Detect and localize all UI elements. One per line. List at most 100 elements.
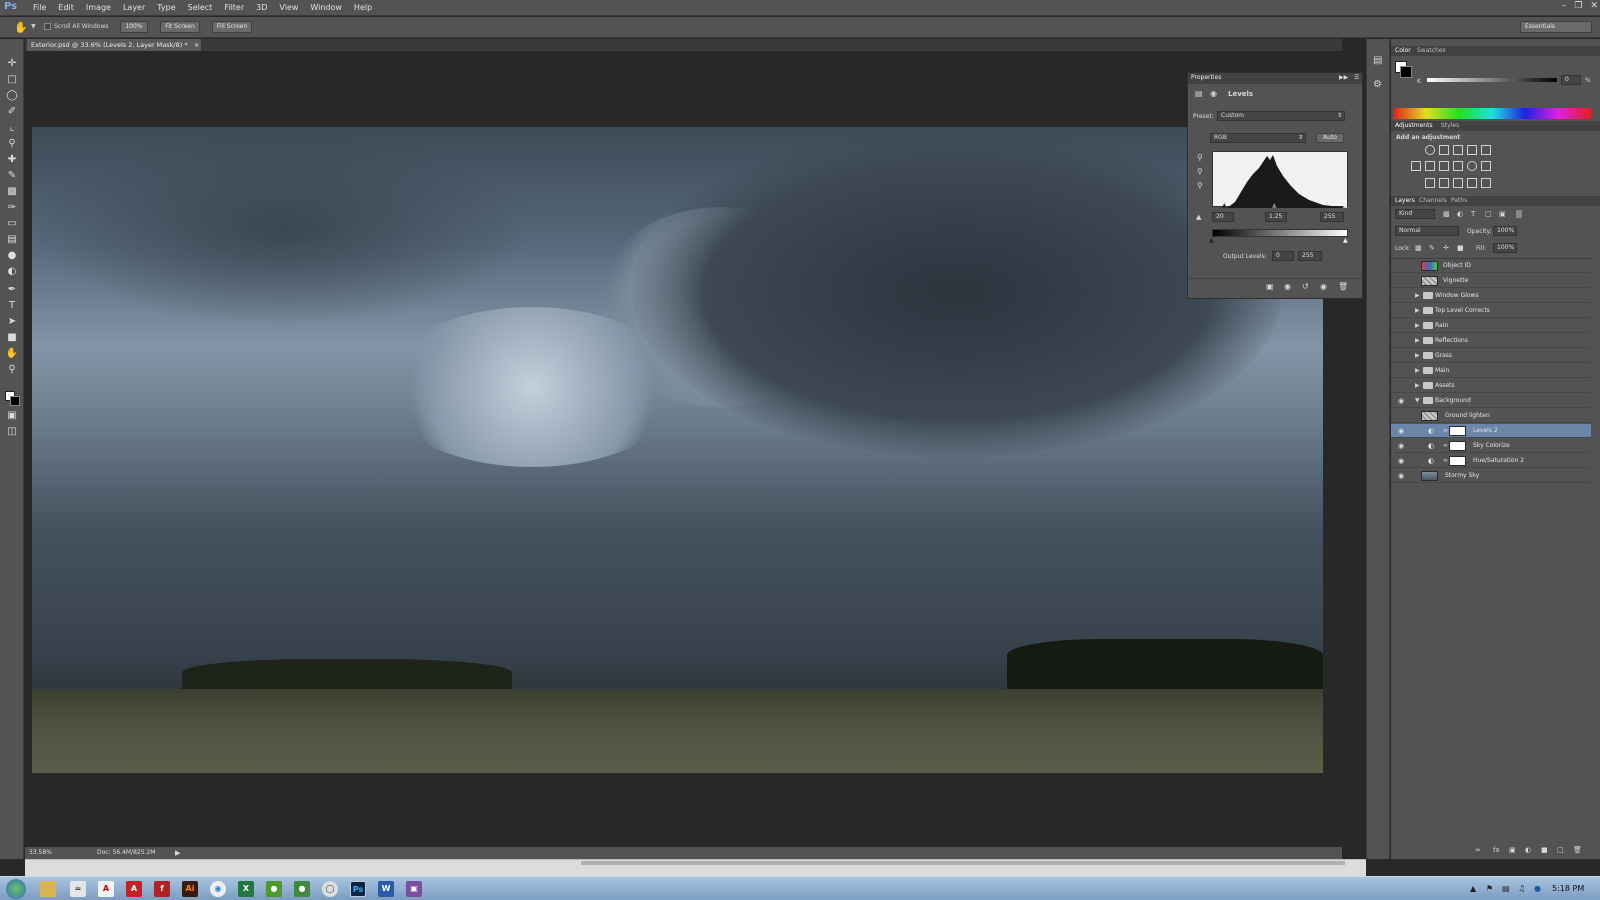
properties-tab[interactable]: Properties	[1191, 74, 1221, 81]
disclosure-closed-icon[interactable]: ▶	[1415, 382, 1420, 389]
input-white-field[interactable]: 255	[1320, 212, 1344, 222]
path-select-tool-icon[interactable]: ➤	[5, 315, 19, 329]
delete-icon[interactable]: 🗑	[1338, 282, 1348, 291]
menu-view[interactable]: View	[273, 3, 304, 12]
layer-row[interactable]: ▶ Grass	[1391, 349, 1591, 363]
new-layer-icon[interactable]: □	[1557, 846, 1564, 854]
hue-saturation-icon[interactable]	[1411, 161, 1421, 171]
tab-color[interactable]: Color	[1395, 47, 1411, 54]
eye-icon[interactable]: ◉	[1398, 442, 1404, 450]
word-icon[interactable]: W	[378, 881, 394, 897]
canvas-area[interactable]	[25, 51, 1342, 847]
tab-swatches[interactable]: Swatches	[1417, 47, 1446, 54]
crop-tool-icon[interactable]: ⌞	[5, 121, 19, 135]
curves-icon[interactable]	[1453, 145, 1463, 155]
tray-app-icon[interactable]: ●	[1534, 884, 1541, 893]
blend-mode-dropdown[interactable]: Normal	[1395, 226, 1459, 236]
white-point-eyedropper-icon[interactable]: ⚲	[1197, 181, 1203, 190]
filter-pixel-icon[interactable]: ▩	[1443, 210, 1450, 218]
app-circle-icon[interactable]: ◯	[322, 881, 338, 897]
layer-mask-thumbnail[interactable]	[1449, 441, 1466, 451]
layer-row[interactable]: Ground lighten	[1391, 409, 1591, 423]
tab-styles[interactable]: Styles	[1441, 122, 1459, 129]
marquee-tool-icon[interactable]: □	[5, 73, 19, 87]
filter-adjustment-icon[interactable]: ◐	[1457, 210, 1463, 218]
channel-dropdown[interactable]: RGB ⇕	[1210, 133, 1306, 143]
threshold-icon[interactable]	[1453, 178, 1463, 188]
menu-layer[interactable]: Layer	[117, 3, 151, 12]
invert-icon[interactable]	[1425, 178, 1435, 188]
new-adjustment-icon[interactable]: ◐	[1525, 846, 1531, 854]
photo-filter-icon[interactable]	[1453, 161, 1463, 171]
gradient-map-icon[interactable]	[1467, 178, 1477, 188]
status-zoom[interactable]: 33.58%	[29, 847, 52, 859]
document-tab[interactable]: Exterior.psd @ 33.6% (Levels 2, Layer Ma…	[27, 39, 201, 51]
layer-row[interactable]: ▶ Window Glows	[1391, 289, 1591, 303]
eraser-tool-icon[interactable]: ▭	[5, 217, 19, 231]
color-balance-icon[interactable]	[1425, 161, 1435, 171]
menu-window[interactable]: Window	[304, 3, 348, 12]
fill-field[interactable]: 100%	[1493, 243, 1517, 253]
menu-3d[interactable]: 3D	[250, 3, 273, 12]
history-brush-tool-icon[interactable]: ✑	[5, 201, 19, 215]
minimize-icon[interactable]: –	[1562, 1, 1567, 11]
horizontal-scrollbar[interactable]	[25, 859, 1366, 876]
opacity-field[interactable]: 100%	[1493, 226, 1517, 236]
layer-row[interactable]: ▶ Rain	[1391, 319, 1591, 333]
clip-to-layer-icon[interactable]: ▣	[1266, 282, 1274, 291]
hand-tool-icon[interactable]: ✋	[5, 347, 19, 361]
collapse-panel-icon[interactable]: ▶▶	[1339, 74, 1348, 81]
auto-button[interactable]: Auto	[1316, 133, 1344, 143]
selective-color-icon[interactable]	[1481, 178, 1491, 188]
output-black-slider-icon[interactable]: ▲	[1209, 237, 1214, 244]
tray-volume-icon[interactable]: ♫	[1518, 884, 1525, 893]
photoshop-icon[interactable]: Ps	[350, 881, 366, 897]
gradient-tool-icon[interactable]: ▤	[5, 233, 19, 247]
restore-icon[interactable]: ❐	[1574, 1, 1582, 11]
input-gamma-slider-icon[interactable]: ▲	[1272, 202, 1277, 209]
lock-image-icon[interactable]: ✎	[1429, 244, 1435, 252]
channel-mixer-icon[interactable]	[1467, 161, 1477, 171]
eye-icon[interactable]: ◉	[1398, 472, 1404, 480]
clip-warning-icon[interactable]: ▲	[1196, 213, 1201, 221]
zoom-100-button[interactable]: 100%	[120, 21, 148, 33]
fit-screen-button[interactable]: Fit Screen	[160, 21, 200, 33]
disclosure-open-icon[interactable]: ▼	[1415, 397, 1420, 404]
chrome-icon[interactable]: ◉	[210, 881, 226, 897]
add-mask-icon[interactable]: ▣	[1509, 846, 1516, 854]
preset-dropdown[interactable]: Custom ⇕	[1217, 111, 1345, 121]
layer-row[interactable]: ▶ Reflections	[1391, 334, 1591, 348]
shape-tool-icon[interactable]: ■	[5, 331, 19, 345]
layer-row[interactable]: Object ID	[1391, 259, 1591, 273]
scrollbar-thumb[interactable]	[581, 861, 1345, 865]
start-button-icon[interactable]	[6, 879, 26, 899]
black-point-eyedropper-icon[interactable]: ⚲	[1197, 153, 1203, 162]
menu-edit[interactable]: Edit	[52, 3, 80, 12]
layer-row[interactable]: ◉ ◐ ∞ Sky Colorize	[1391, 439, 1591, 453]
eye-icon[interactable]: ◉	[1398, 397, 1404, 405]
eye-icon[interactable]: ◉	[1398, 457, 1404, 465]
tab-layers[interactable]: Layers	[1395, 197, 1415, 204]
view-previous-icon[interactable]: ◉	[1284, 282, 1291, 291]
black-white-icon[interactable]	[1439, 161, 1449, 171]
output-black-field[interactable]: 0	[1272, 251, 1294, 261]
link-layers-icon[interactable]: ∞	[1475, 846, 1481, 854]
eye-icon[interactable]: ◉	[1398, 427, 1404, 435]
new-group-icon[interactable]: ■	[1541, 846, 1548, 854]
layer-style-icon[interactable]: fx	[1493, 846, 1500, 854]
scroll-all-windows-checkbox[interactable]	[44, 23, 51, 30]
layer-row[interactable]: ▶ Main	[1391, 364, 1591, 378]
flash-icon[interactable]: f	[154, 881, 170, 897]
lasso-tool-icon[interactable]: ◯	[5, 89, 19, 103]
document-image[interactable]	[32, 127, 1323, 773]
close-icon[interactable]: ✕	[1590, 1, 1598, 11]
brush-tool-icon[interactable]: ✎	[5, 169, 19, 183]
tab-paths[interactable]: Paths	[1451, 197, 1467, 204]
workspace-selector[interactable]: Essentials	[1520, 21, 1592, 33]
lock-position-icon[interactable]: ✛	[1443, 244, 1449, 252]
disclosure-closed-icon[interactable]: ▶	[1415, 322, 1420, 329]
tab-adjustments[interactable]: Adjustments	[1395, 122, 1433, 129]
reset-icon[interactable]: ↺	[1302, 282, 1309, 291]
type-tool-icon[interactable]: T	[5, 299, 19, 313]
levels-icon[interactable]	[1439, 145, 1449, 155]
